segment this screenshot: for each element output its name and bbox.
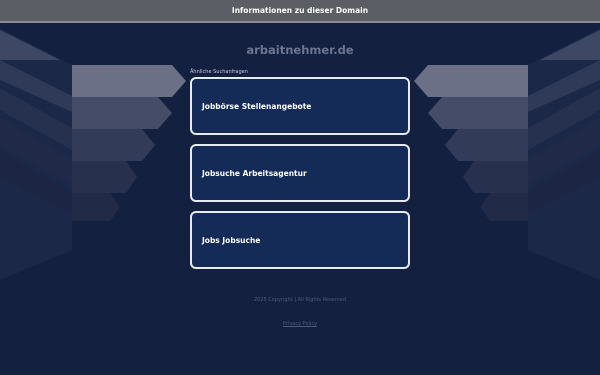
related-search-link[interactable]: Jobbörse Stellenangebote: [190, 77, 410, 135]
domain-info-link[interactable]: Informationen zu dieser Domain: [232, 6, 368, 15]
copyright-text: 2025 Copyright | All Rights Reserved: [253, 297, 347, 303]
related-search-link[interactable]: Jobs Jobsuche: [190, 211, 410, 269]
privacy-policy: Privacy Policy: [0, 310, 600, 329]
top-info-bar: Informationen zu dieser Domain: [0, 0, 600, 22]
related-search-label: Jobbörse Stellenangebote: [202, 101, 312, 111]
related-search-label: Jobsuche Arbeitsagentur: [202, 168, 307, 178]
related-search-link[interactable]: Jobsuche Arbeitsagentur: [190, 144, 410, 202]
privacy-policy-link[interactable]: Privacy Policy: [283, 321, 317, 327]
related-searches-label: Ähnliche Suchanfragen: [190, 69, 248, 75]
related-search-label: Jobs Jobsuche: [202, 235, 261, 245]
domain-title: arbaitnehmer.de: [246, 43, 354, 57]
related-search-list: Jobbörse Stellenangebote Jobsuche Arbeit…: [190, 77, 410, 278]
topbar-divider: [0, 21, 600, 23]
